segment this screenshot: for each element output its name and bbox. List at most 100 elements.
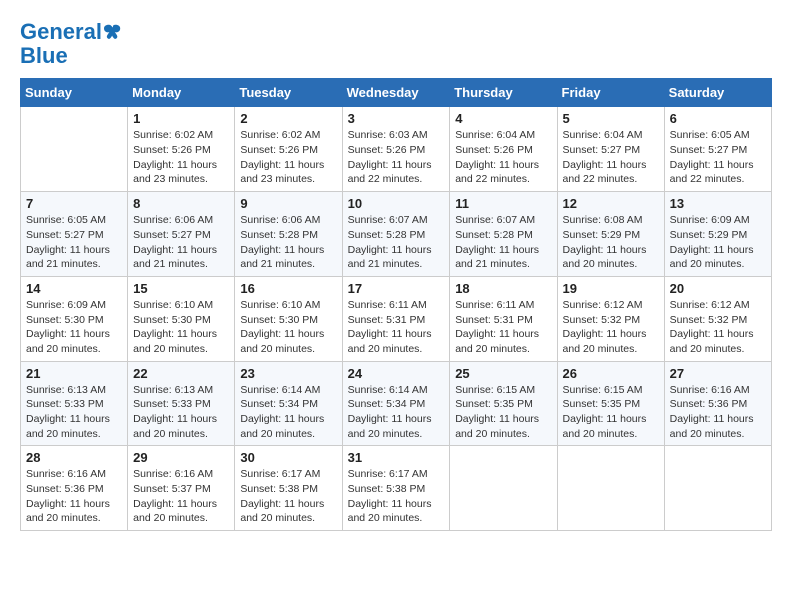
day-info: Sunrise: 6:17 AM Sunset: 5:38 PM Dayligh…: [240, 467, 336, 526]
calendar-cell: 13 Sunrise: 6:09 AM Sunset: 5:29 PM Dayli…: [664, 192, 771, 277]
day-info: Sunrise: 6:12 AM Sunset: 5:32 PM Dayligh…: [670, 298, 766, 357]
day-info: Sunrise: 6:09 AM Sunset: 5:30 PM Dayligh…: [26, 298, 122, 357]
day-info: Sunrise: 6:05 AM Sunset: 5:27 PM Dayligh…: [670, 128, 766, 187]
calendar-cell: 21 Sunrise: 6:13 AM Sunset: 5:33 PM Dayli…: [21, 361, 128, 446]
day-number: 23: [240, 366, 336, 381]
day-info: Sunrise: 6:05 AM Sunset: 5:27 PM Dayligh…: [26, 213, 122, 272]
weekday-header-monday: Monday: [128, 79, 235, 107]
calendar-week-row: 28 Sunrise: 6:16 AM Sunset: 5:36 PM Dayli…: [21, 446, 772, 531]
calendar-week-row: 14 Sunrise: 6:09 AM Sunset: 5:30 PM Dayli…: [21, 276, 772, 361]
day-info: Sunrise: 6:13 AM Sunset: 5:33 PM Dayligh…: [26, 383, 122, 442]
calendar-week-row: 1 Sunrise: 6:02 AM Sunset: 5:26 PM Daylig…: [21, 107, 772, 192]
weekday-header-sunday: Sunday: [21, 79, 128, 107]
day-number: 4: [455, 111, 551, 126]
day-number: 10: [348, 196, 445, 211]
day-info: Sunrise: 6:13 AM Sunset: 5:33 PM Dayligh…: [133, 383, 229, 442]
day-number: 25: [455, 366, 551, 381]
calendar-cell: 1 Sunrise: 6:02 AM Sunset: 5:26 PM Daylig…: [128, 107, 235, 192]
day-number: 28: [26, 450, 122, 465]
day-info: Sunrise: 6:16 AM Sunset: 5:36 PM Dayligh…: [670, 383, 766, 442]
calendar-cell: 4 Sunrise: 6:04 AM Sunset: 5:26 PM Daylig…: [450, 107, 557, 192]
day-number: 7: [26, 196, 122, 211]
day-number: 19: [563, 281, 659, 296]
day-number: 9: [240, 196, 336, 211]
day-info: Sunrise: 6:04 AM Sunset: 5:26 PM Dayligh…: [455, 128, 551, 187]
calendar-table: SundayMondayTuesdayWednesdayThursdayFrid…: [20, 78, 772, 531]
calendar-cell: 10 Sunrise: 6:07 AM Sunset: 5:28 PM Dayli…: [342, 192, 450, 277]
calendar-cell: 18Sunrise: 6:11 AM Sunset: 5:31 PM Dayli…: [450, 276, 557, 361]
calendar-cell: 20 Sunrise: 6:12 AM Sunset: 5:32 PM Dayli…: [664, 276, 771, 361]
day-info: Sunrise: 6:02 AM Sunset: 5:26 PM Dayligh…: [240, 128, 336, 187]
calendar-header-row: SundayMondayTuesdayWednesdayThursdayFrid…: [21, 79, 772, 107]
day-info: Sunrise: 6:10 AM Sunset: 5:30 PM Dayligh…: [133, 298, 229, 357]
day-number: 1: [133, 111, 229, 126]
calendar-cell: 2 Sunrise: 6:02 AM Sunset: 5:26 PM Daylig…: [235, 107, 342, 192]
day-info: Sunrise: 6:15 AM Sunset: 5:35 PM Dayligh…: [563, 383, 659, 442]
day-info: Sunrise: 6:08 AM Sunset: 5:29 PM Dayligh…: [563, 213, 659, 272]
day-info: Sunrise: 6:07 AM Sunset: 5:28 PM Dayligh…: [455, 213, 551, 272]
day-number: 22: [133, 366, 229, 381]
day-number: 13: [670, 196, 766, 211]
calendar-cell: 16 Sunrise: 6:10 AM Sunset: 5:30 PM Dayli…: [235, 276, 342, 361]
header: General Blue: [20, 20, 772, 68]
day-info: Sunrise: 6:11 AM Sunset: 5:31 PM Dayligh…: [348, 298, 445, 357]
day-info: Sunrise: 6:07 AM Sunset: 5:28 PM Dayligh…: [348, 213, 445, 272]
day-number: 2: [240, 111, 336, 126]
calendar-cell: 3 Sunrise: 6:03 AM Sunset: 5:26 PM Daylig…: [342, 107, 450, 192]
day-number: 26: [563, 366, 659, 381]
calendar-week-row: 7 Sunrise: 6:05 AM Sunset: 5:27 PM Daylig…: [21, 192, 772, 277]
calendar-cell: 17 Sunrise: 6:11 AM Sunset: 5:31 PM Dayli…: [342, 276, 450, 361]
day-number: 14: [26, 281, 122, 296]
calendar-cell: 29 Sunrise: 6:16 AM Sunset: 5:37 PM Dayli…: [128, 446, 235, 531]
logo-line2: Blue: [20, 44, 122, 68]
weekday-header-tuesday: Tuesday: [235, 79, 342, 107]
day-info: Sunrise: 6:16 AM Sunset: 5:36 PM Dayligh…: [26, 467, 122, 526]
calendar-cell: 7 Sunrise: 6:05 AM Sunset: 5:27 PM Daylig…: [21, 192, 128, 277]
calendar-cell: 27 Sunrise: 6:16 AM Sunset: 5:36 PM Dayli…: [664, 361, 771, 446]
logo: General Blue: [20, 20, 122, 68]
calendar-cell: 22 Sunrise: 6:13 AM Sunset: 5:33 PM Dayli…: [128, 361, 235, 446]
day-number: 15: [133, 281, 229, 296]
day-number: 6: [670, 111, 766, 126]
day-number: 21: [26, 366, 122, 381]
day-info: Sunrise: 6:09 AM Sunset: 5:29 PM Dayligh…: [670, 213, 766, 272]
day-info: Sunrise: 6:16 AM Sunset: 5:37 PM Dayligh…: [133, 467, 229, 526]
calendar-cell: 30 Sunrise: 6:17 AM Sunset: 5:38 PM Dayli…: [235, 446, 342, 531]
day-info: Sunrise: 6:12 AM Sunset: 5:32 PM Dayligh…: [563, 298, 659, 357]
calendar-cell: 12 Sunrise: 6:08 AM Sunset: 5:29 PM Dayli…: [557, 192, 664, 277]
calendar-cell: [21, 107, 128, 192]
day-info: Sunrise: 6:06 AM Sunset: 5:27 PM Dayligh…: [133, 213, 229, 272]
day-number: 16: [240, 281, 336, 296]
calendar-cell: 23Sunrise: 6:14 AM Sunset: 5:34 PM Dayli…: [235, 361, 342, 446]
calendar-cell: 24 Sunrise: 6:14 AM Sunset: 5:34 PM Dayli…: [342, 361, 450, 446]
calendar-cell: 25Sunrise: 6:15 AM Sunset: 5:35 PM Dayli…: [450, 361, 557, 446]
weekday-header-wednesday: Wednesday: [342, 79, 450, 107]
day-number: 20: [670, 281, 766, 296]
logo-text: General: [20, 20, 102, 44]
day-number: 29: [133, 450, 229, 465]
day-number: 3: [348, 111, 445, 126]
day-number: 30: [240, 450, 336, 465]
day-number: 12: [563, 196, 659, 211]
calendar-cell: [664, 446, 771, 531]
day-number: 24: [348, 366, 445, 381]
day-number: 17: [348, 281, 445, 296]
day-info: Sunrise: 6:02 AM Sunset: 5:26 PM Dayligh…: [133, 128, 229, 187]
calendar-cell: 31Sunrise: 6:17 AM Sunset: 5:38 PM Dayli…: [342, 446, 450, 531]
day-info: Sunrise: 6:11 AM Sunset: 5:31 PM Dayligh…: [455, 298, 551, 357]
weekday-header-friday: Friday: [557, 79, 664, 107]
calendar-cell: 26 Sunrise: 6:15 AM Sunset: 5:35 PM Dayli…: [557, 361, 664, 446]
day-info: Sunrise: 6:04 AM Sunset: 5:27 PM Dayligh…: [563, 128, 659, 187]
day-info: Sunrise: 6:10 AM Sunset: 5:30 PM Dayligh…: [240, 298, 336, 357]
calendar-cell: [450, 446, 557, 531]
calendar-cell: 5Sunrise: 6:04 AM Sunset: 5:27 PM Daylig…: [557, 107, 664, 192]
day-info: Sunrise: 6:14 AM Sunset: 5:34 PM Dayligh…: [348, 383, 445, 442]
weekday-header-saturday: Saturday: [664, 79, 771, 107]
day-info: Sunrise: 6:03 AM Sunset: 5:26 PM Dayligh…: [348, 128, 445, 187]
weekday-header-thursday: Thursday: [450, 79, 557, 107]
day-number: 11: [455, 196, 551, 211]
logo-bird-icon: [104, 23, 122, 41]
day-number: 27: [670, 366, 766, 381]
day-info: Sunrise: 6:06 AM Sunset: 5:28 PM Dayligh…: [240, 213, 336, 272]
calendar-cell: 8Sunrise: 6:06 AM Sunset: 5:27 PM Daylig…: [128, 192, 235, 277]
